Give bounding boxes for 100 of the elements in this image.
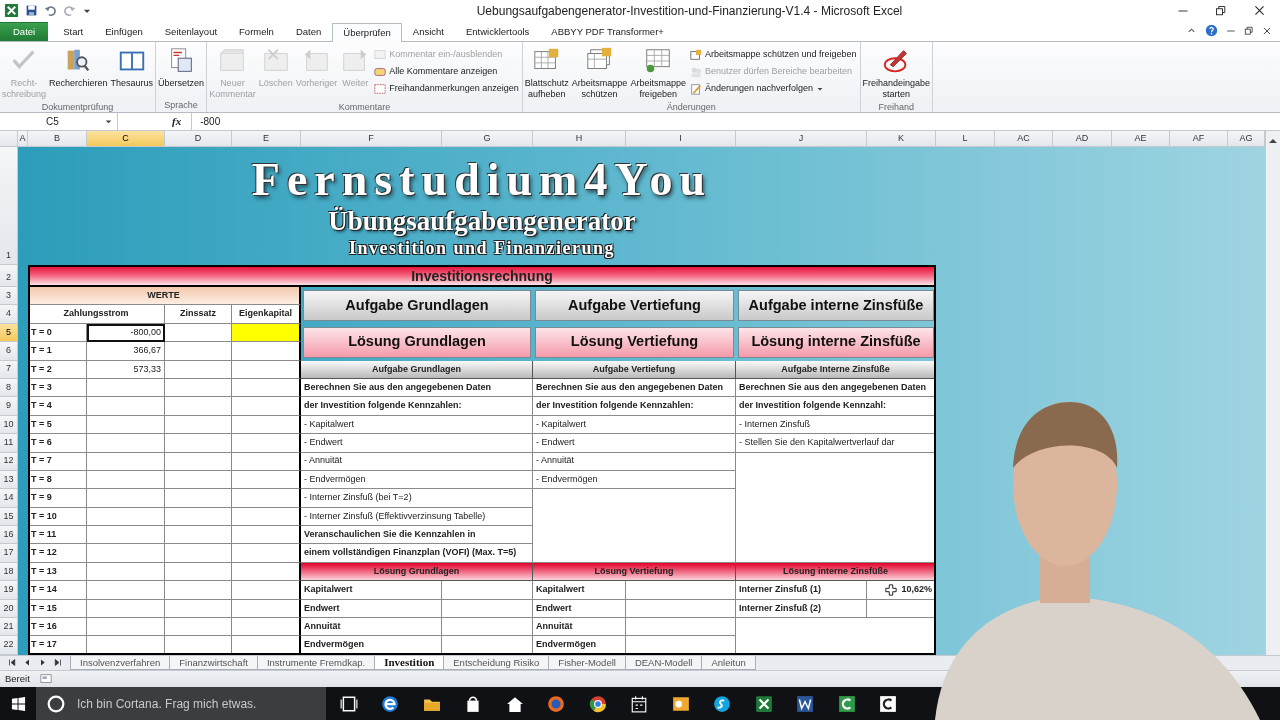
table-cell[interactable] bbox=[165, 618, 232, 637]
browser-icon[interactable] bbox=[381, 694, 400, 713]
column-header[interactable]: J bbox=[736, 131, 867, 147]
ribbon-tab[interactable]: Formeln bbox=[228, 22, 285, 41]
calendar-icon[interactable] bbox=[630, 694, 649, 713]
sheet-tab[interactable]: Instrumente Fremdkap. bbox=[256, 656, 376, 670]
row-header[interactable]: 19 bbox=[0, 581, 18, 600]
table-cell[interactable] bbox=[87, 636, 165, 655]
row-header[interactable]: 9 bbox=[0, 397, 18, 416]
table-cell[interactable] bbox=[232, 636, 301, 655]
column-header[interactable]: AE bbox=[1112, 131, 1170, 147]
help-icon[interactable] bbox=[1205, 24, 1218, 37]
ribbon-button[interactable]: Arbeitsmappe freigeben bbox=[629, 45, 687, 101]
sheet-tab[interactable]: Anleitun bbox=[701, 656, 756, 670]
solution-button[interactable]: Lösung Grundlagen bbox=[303, 326, 531, 358]
ribbon-tab[interactable]: Start bbox=[52, 22, 95, 41]
task-button[interactable]: Aufgabe interne Zinsfüße bbox=[738, 290, 934, 321]
column-header[interactable]: AC bbox=[995, 131, 1053, 147]
ribbon-tab[interactable]: Ansicht bbox=[401, 22, 455, 41]
save-icon[interactable] bbox=[25, 4, 38, 17]
table-cell[interactable] bbox=[87, 397, 165, 416]
solution-button[interactable]: Lösung Vertiefung bbox=[535, 326, 734, 358]
task-button[interactable]: Aufgabe Grundlagen bbox=[303, 290, 531, 321]
row-header[interactable]: 2 bbox=[0, 265, 18, 287]
round-browser-icon[interactable] bbox=[588, 694, 607, 713]
table-cell[interactable] bbox=[232, 342, 301, 361]
row-header[interactable]: 6 bbox=[0, 342, 18, 361]
ribbon-button[interactable]: Alle Kommentare anzeigen bbox=[372, 64, 521, 79]
sheet-tab[interactable]: Investition bbox=[374, 656, 445, 670]
search-box[interactable]: Ich bin Cortana. Frag mich etwas. bbox=[36, 687, 326, 720]
sheet-tab[interactable]: Entscheidung Risiko bbox=[443, 656, 550, 670]
table-cell[interactable] bbox=[165, 526, 232, 545]
table-cell[interactable] bbox=[87, 581, 165, 600]
macro-record-icon[interactable] bbox=[39, 673, 52, 685]
ribbon-tab[interactable]: Daten bbox=[284, 22, 333, 41]
function-button[interactable]: fx bbox=[172, 113, 182, 130]
ribbon-button[interactable]: Freihandeingabe starten bbox=[861, 45, 932, 101]
column-header[interactable]: B bbox=[28, 131, 87, 147]
table-cell[interactable] bbox=[165, 489, 232, 508]
row-header[interactable]: 14 bbox=[0, 489, 18, 508]
column-header[interactable]: AG bbox=[1228, 131, 1265, 147]
app-window-icon[interactable] bbox=[879, 694, 898, 713]
task-view-icon[interactable] bbox=[339, 694, 358, 713]
ribbon-button[interactable]: Blattschutz aufheben bbox=[523, 45, 570, 101]
row-header[interactable]: 16 bbox=[0, 526, 18, 545]
caret-down-icon[interactable] bbox=[104, 117, 113, 126]
app-icon[interactable] bbox=[837, 694, 856, 713]
nav-next-icon[interactable] bbox=[38, 658, 47, 667]
file-menu-tab[interactable]: Datei bbox=[0, 22, 49, 41]
formula-input[interactable]: -800 bbox=[191, 113, 1280, 130]
table-cell[interactable] bbox=[165, 397, 232, 416]
restore-icon[interactable] bbox=[1244, 25, 1254, 36]
sheet-tab[interactable]: DEAN-Modell bbox=[624, 656, 703, 670]
table-cell[interactable] bbox=[232, 434, 301, 453]
column-header[interactable]: I bbox=[626, 131, 736, 147]
name-box[interactable]: C5 bbox=[0, 113, 118, 130]
document-icon[interactable] bbox=[796, 694, 815, 713]
ribbon-button[interactable]: Arbeitsmappe schützen bbox=[570, 45, 629, 101]
sheet-tab[interactable]: Insolvenzverfahren bbox=[70, 656, 171, 670]
ribbon-tab[interactable]: ABBYY PDF Transformer+ bbox=[540, 22, 675, 41]
table-cell[interactable] bbox=[232, 397, 301, 416]
ribbon-tab[interactable]: Seitenlayout bbox=[153, 22, 229, 41]
column-header[interactable]: F bbox=[301, 131, 442, 147]
row-header[interactable]: 3 bbox=[0, 287, 18, 306]
ribbon-button[interactable]: Arbeitsmappe schützen und freigeben bbox=[687, 47, 859, 62]
undo-icon[interactable] bbox=[44, 4, 57, 17]
table-cell[interactable] bbox=[87, 526, 165, 545]
solution-button[interactable]: Lösung interne Zinsfüße bbox=[738, 326, 934, 358]
table-cell[interactable] bbox=[165, 581, 232, 600]
row-header[interactable]: 4 bbox=[0, 305, 18, 324]
table-cell[interactable] bbox=[232, 489, 301, 508]
nav-prev-icon[interactable] bbox=[23, 658, 32, 667]
table-cell[interactable] bbox=[165, 544, 232, 563]
sheet-tab[interactable]: Fisher-Modell bbox=[548, 656, 626, 670]
ribbon-tab[interactable]: Entwicklertools bbox=[454, 22, 541, 41]
nav-last-icon[interactable] bbox=[53, 658, 62, 667]
column-header[interactable]: H bbox=[533, 131, 626, 147]
vertical-scrollbar[interactable] bbox=[1265, 131, 1280, 655]
spreadsheet-icon[interactable] bbox=[754, 694, 773, 713]
row-header[interactable]: 11 bbox=[0, 434, 18, 453]
column-header[interactable]: E bbox=[232, 131, 301, 147]
ribbon-button[interactable]: Änderungen nachverfolgen bbox=[687, 81, 859, 96]
table-cell[interactable] bbox=[165, 342, 232, 361]
row-header[interactable]: 21 bbox=[0, 618, 18, 637]
table-cell[interactable] bbox=[232, 581, 301, 600]
sheet-tab[interactable]: Finanzwirtschaft bbox=[169, 656, 258, 670]
table-cell[interactable] bbox=[87, 544, 165, 563]
restore-icon[interactable] bbox=[1215, 4, 1227, 17]
column-header[interactable]: K bbox=[867, 131, 936, 147]
chat-icon[interactable] bbox=[713, 694, 732, 713]
table-cell[interactable] bbox=[165, 434, 232, 453]
close-icon[interactable] bbox=[1253, 4, 1266, 17]
column-header[interactable]: AD bbox=[1053, 131, 1112, 147]
search-input[interactable]: Ich bin Cortana. Frag mich etwas. bbox=[75, 693, 326, 714]
table-cell[interactable] bbox=[232, 544, 301, 563]
row-header[interactable]: 1 bbox=[0, 147, 18, 265]
table-cell[interactable] bbox=[87, 434, 165, 453]
table-cell[interactable] bbox=[232, 526, 301, 545]
column-header[interactable]: C bbox=[87, 131, 165, 147]
column-header[interactable]: G bbox=[442, 131, 533, 147]
